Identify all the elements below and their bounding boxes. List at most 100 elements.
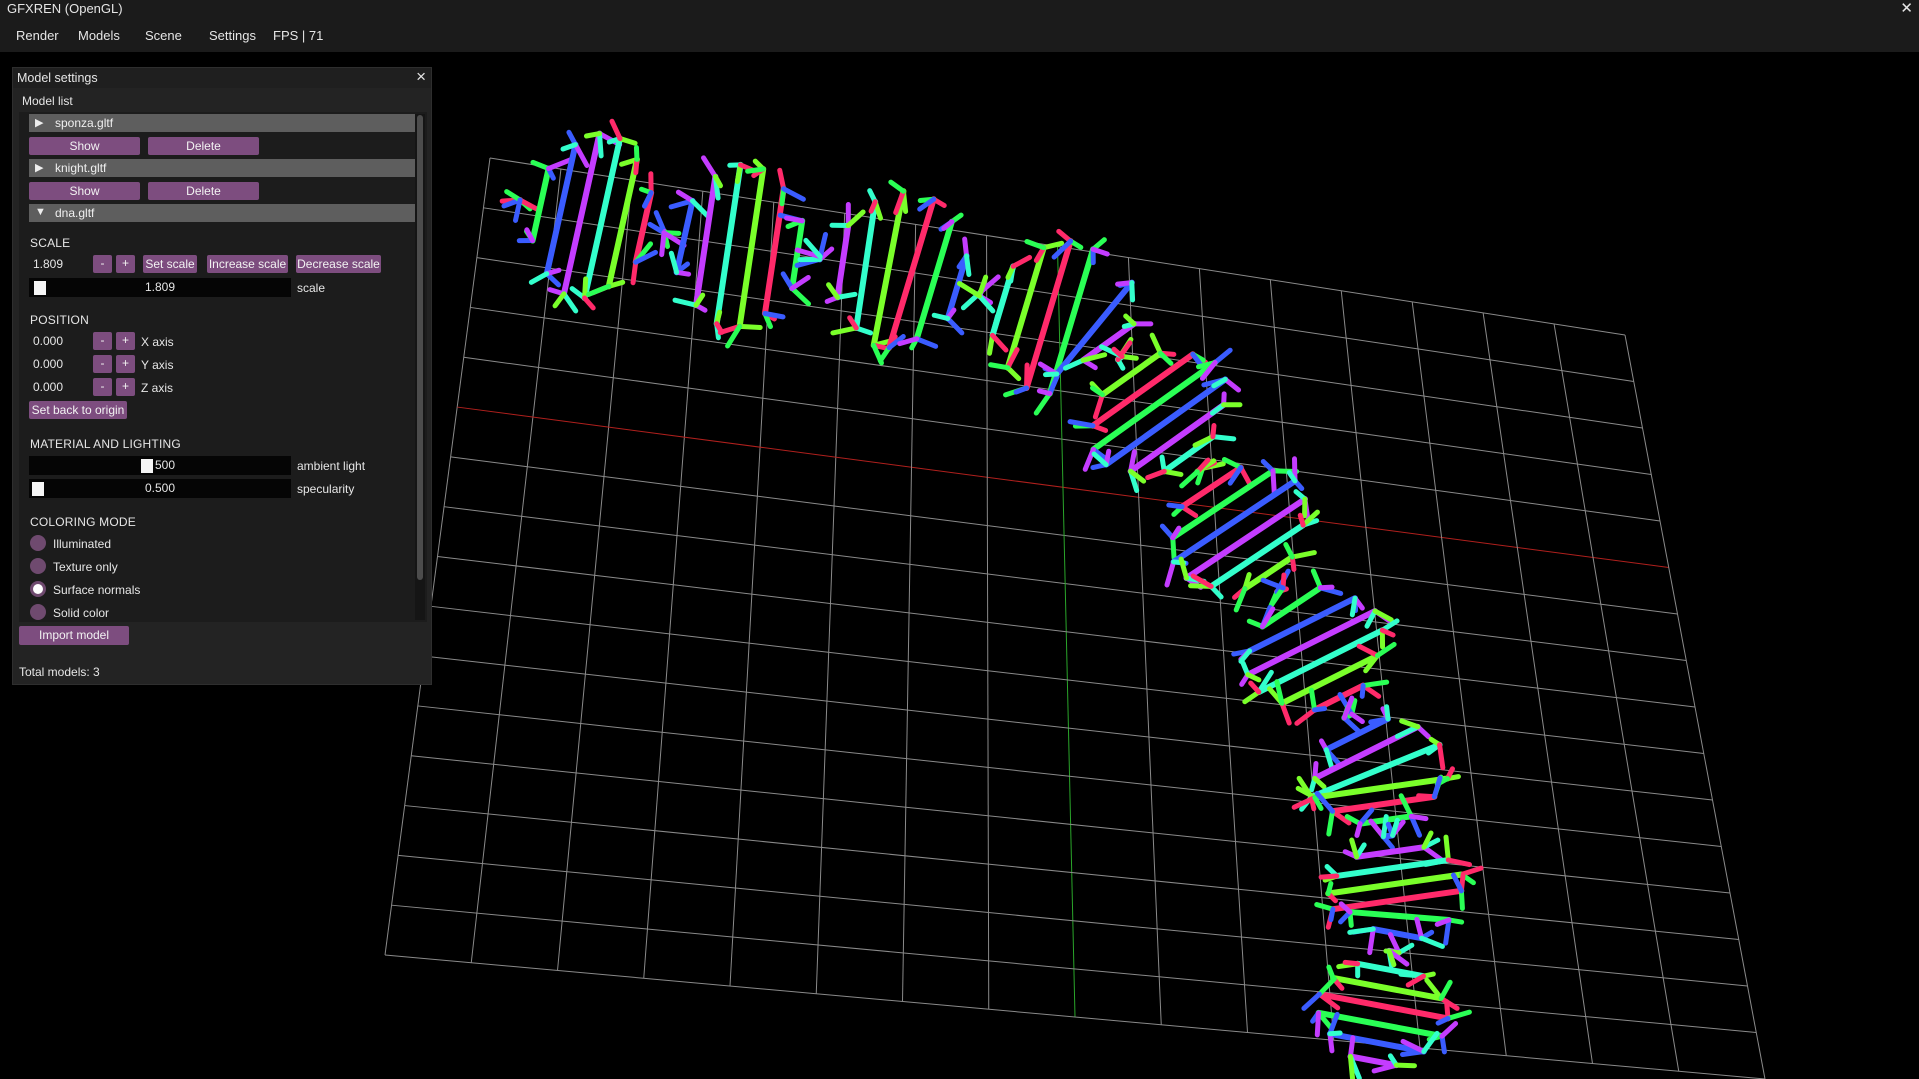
dna-bond xyxy=(597,131,604,159)
chevron-right-icon: ▶ xyxy=(35,117,44,129)
dna-bond xyxy=(552,291,567,309)
ambient-light-value: 500 xyxy=(154,458,176,472)
x-axis-input[interactable]: 0.000 xyxy=(29,332,81,350)
dna-bond xyxy=(1325,881,1334,897)
dna-bond xyxy=(546,157,573,172)
dna-bond xyxy=(1347,1035,1356,1059)
dna-bond xyxy=(668,250,680,275)
scale-value-input[interactable]: 1.809 xyxy=(29,255,81,273)
x-decrement-button[interactable]: - xyxy=(93,332,112,350)
dna-bond xyxy=(945,315,965,336)
decrease-scale-button[interactable]: Decrease scale xyxy=(296,255,381,273)
dna-bond xyxy=(572,142,590,168)
dna-bond xyxy=(1384,704,1391,722)
dna-bond xyxy=(1347,926,1376,935)
menu-models[interactable]: Models xyxy=(78,28,120,43)
panel-header[interactable]: Model settings × xyxy=(13,67,431,88)
dna-rung xyxy=(529,165,552,244)
model-header-sponza[interactable]: ▶ sponza.gltf xyxy=(29,114,415,132)
dna-bond xyxy=(1270,468,1277,497)
dna-bond xyxy=(1356,643,1380,659)
dna-bond xyxy=(956,281,982,299)
z-axis-input[interactable]: 0.000 xyxy=(29,378,81,396)
radio-solid-color[interactable] xyxy=(30,604,46,620)
show-button[interactable]: Show xyxy=(29,182,140,200)
panel-title: Model settings xyxy=(17,71,98,85)
close-icon[interactable]: × xyxy=(416,67,426,87)
specularity-value: 0.500 xyxy=(144,481,176,495)
grid-line xyxy=(1624,334,1766,1079)
dna-bond xyxy=(1283,541,1295,560)
dna-bond xyxy=(1349,595,1358,618)
dna-bond xyxy=(1327,1031,1335,1054)
y-decrement-button[interactable]: - xyxy=(93,355,112,373)
grid-line xyxy=(1553,323,1680,1072)
delete-button[interactable]: Delete xyxy=(148,137,259,155)
menu-bar: Render Models Scene Settings FPS | 71 xyxy=(0,17,1919,52)
model-header-knight[interactable]: ▶ knight.gltf xyxy=(29,159,415,177)
close-icon[interactable]: ✕ xyxy=(1900,0,1913,17)
dna-bond xyxy=(630,259,639,286)
dna-rung xyxy=(1103,376,1229,468)
menu-settings[interactable]: Settings xyxy=(209,28,256,43)
dna-bond xyxy=(781,186,806,202)
menu-render[interactable]: Render xyxy=(16,28,59,43)
scrollbar[interactable] xyxy=(415,114,425,620)
z-increment-button[interactable]: + xyxy=(116,378,135,396)
y-axis-input[interactable]: 0.000 xyxy=(29,355,81,373)
scale-decrement-button[interactable]: - xyxy=(93,255,112,273)
radio-label-texture-only: Texture only xyxy=(53,560,118,574)
specularity-slider[interactable]: 0.500 xyxy=(29,479,291,498)
dna-bond xyxy=(1245,672,1262,683)
radio-surface-normals[interactable] xyxy=(30,581,46,597)
dna-bond xyxy=(1360,679,1390,689)
z-decrement-button[interactable]: - xyxy=(93,378,112,396)
radio-label-surface-normals: Surface normals xyxy=(53,583,141,597)
scale-increment-button[interactable]: + xyxy=(116,255,135,273)
increase-scale-button[interactable]: Increase scale xyxy=(207,255,288,273)
model-header-dna[interactable]: ▼ dna.gltf xyxy=(29,204,415,222)
dna-bond xyxy=(583,131,603,139)
dna-bond xyxy=(1312,706,1328,713)
dna-rung xyxy=(581,135,624,302)
specularity-label: specularity xyxy=(297,482,355,496)
scale-slider[interactable]: 1.809 xyxy=(29,278,291,297)
dna-bond xyxy=(1318,873,1340,880)
x-axis-label: X axis xyxy=(141,335,174,349)
dna-bond xyxy=(1248,680,1262,695)
dna-bond xyxy=(1438,979,1453,1001)
x-increment-button[interactable]: + xyxy=(116,332,135,350)
dna-bond xyxy=(1399,718,1421,730)
dna-bond xyxy=(1242,689,1262,705)
dna-bond xyxy=(672,297,699,308)
y-increment-button[interactable]: + xyxy=(116,355,135,373)
radio-illuminated[interactable] xyxy=(30,535,46,551)
scrollbar-thumb[interactable] xyxy=(417,115,423,580)
grid-line xyxy=(391,904,1757,1033)
show-button[interactable]: Show xyxy=(29,137,140,155)
set-scale-button[interactable]: Set scale xyxy=(143,255,197,273)
ambient-light-slider[interactable]: 500 xyxy=(29,456,291,475)
dna-rung xyxy=(736,166,767,330)
delete-button[interactable]: Delete xyxy=(148,182,259,200)
grid-line xyxy=(384,954,1766,1079)
set-back-to-origin-button[interactable]: Set back to origin xyxy=(29,401,127,419)
dna-bond xyxy=(914,336,939,349)
chevron-right-icon: ▶ xyxy=(35,162,44,174)
model-name: sponza.gltf xyxy=(55,116,114,130)
window-titlebar: GFXREN (OpenGL) ✕ xyxy=(0,0,1919,17)
dna-bond xyxy=(1371,1062,1399,1074)
dna-rung xyxy=(673,197,696,276)
dna-bond xyxy=(582,295,596,311)
menu-scene[interactable]: Scene xyxy=(145,28,182,43)
radio-texture-only[interactable] xyxy=(30,558,46,574)
dna-bond xyxy=(1327,1030,1343,1037)
import-model-button[interactable]: Import model xyxy=(19,626,129,645)
dna-bond xyxy=(1297,512,1306,528)
dna-bond xyxy=(1308,687,1318,713)
dna-bond xyxy=(1317,584,1335,591)
dna-bond xyxy=(1170,535,1177,561)
dna-rung xyxy=(1329,793,1438,815)
model-list-scroll-area[interactable]: ▶ sponza.gltf Show Delete ▶ knight.gltf … xyxy=(19,112,427,622)
dna-bond xyxy=(1326,808,1335,837)
